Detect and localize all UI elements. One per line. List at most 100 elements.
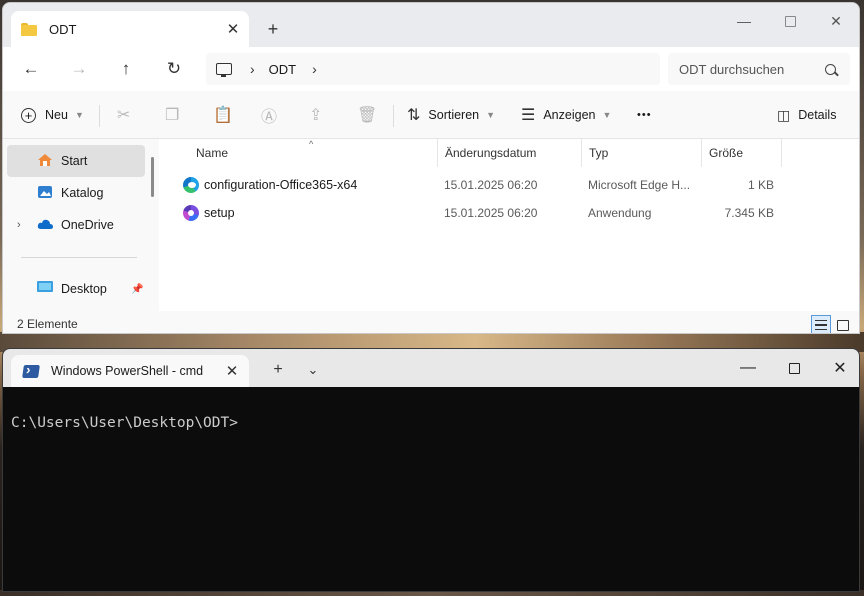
explorer-command-bar: + Neu ▼ ✂ ❐ 📋 Ⓐ ⇪ 🗑 ⇅ Sortieren ▼ ☰ Anze… bbox=[3, 91, 859, 139]
folder-icon bbox=[21, 22, 37, 36]
file-explorer-window: ODT ✕ + — ✕ ← → ↑ ↻ › ODT › ODT durchsuc… bbox=[2, 2, 860, 334]
maximize-button[interactable] bbox=[771, 353, 817, 383]
details-view-icon bbox=[815, 320, 827, 330]
new-tab-button[interactable]: + bbox=[259, 15, 287, 43]
terminal-tab-powershell[interactable]: Windows PowerShell - cmd ✕ bbox=[11, 355, 249, 387]
close-window-button[interactable]: ✕ bbox=[817, 353, 859, 383]
sidebar-divider bbox=[21, 257, 137, 258]
file-modified: 15.01.2025 06:20 bbox=[444, 178, 538, 192]
file-type: Anwendung bbox=[588, 206, 652, 220]
powershell-icon bbox=[22, 364, 40, 378]
search-placeholder: ODT durchsuchen bbox=[679, 61, 785, 77]
chevron-down-icon: ▼ bbox=[602, 110, 612, 120]
column-header-name[interactable]: Name bbox=[189, 139, 438, 167]
rename-button[interactable]: Ⓐ bbox=[261, 101, 277, 129]
explorer-body: Start Katalog › OneDrive Desktop 📌 ^ Nam… bbox=[3, 139, 859, 311]
pin-icon[interactable]: 📌 bbox=[131, 284, 143, 295]
up-button[interactable]: ↑ bbox=[112, 55, 140, 83]
share-icon: ⇪ bbox=[309, 107, 323, 124]
tiles-view-icon bbox=[837, 319, 849, 331]
share-button[interactable]: ⇪ bbox=[309, 101, 322, 129]
chevron-right-icon[interactable]: › bbox=[17, 219, 21, 231]
sidebar-item-desktop[interactable]: Desktop 📌 bbox=[7, 273, 145, 305]
close-tab-icon[interactable]: ✕ bbox=[219, 15, 247, 43]
explorer-tab-title: ODT bbox=[49, 21, 77, 37]
explorer-titlebar: ODT ✕ + — ✕ bbox=[3, 3, 859, 47]
sidebar-item-katalog[interactable]: Katalog bbox=[7, 177, 145, 209]
details-pane-icon: ◫ bbox=[777, 106, 791, 123]
maximize-icon bbox=[788, 362, 800, 374]
sidebar-item-label: Katalog bbox=[61, 186, 104, 200]
rename-icon: Ⓐ bbox=[261, 109, 278, 126]
close-tab-icon[interactable]: ✕ bbox=[219, 358, 245, 384]
sidebar-item-onedrive[interactable]: › OneDrive bbox=[7, 209, 145, 241]
file-row[interactable]: setup 15.01.2025 06:20 Anwendung 7.345 K… bbox=[183, 199, 783, 227]
plus-circle-icon: + bbox=[21, 107, 36, 123]
search-input[interactable]: ODT durchsuchen bbox=[668, 53, 850, 85]
sort-arrows-icon: ⇅ bbox=[407, 107, 421, 124]
breadcrumb-odt[interactable]: ODT bbox=[269, 62, 296, 77]
sort-button[interactable]: ⇅ Sortieren ▼ bbox=[407, 101, 495, 129]
details-view-button[interactable] bbox=[811, 315, 831, 333]
explorer-tab-odt[interactable]: ODT ✕ bbox=[11, 11, 249, 47]
file-name: setup bbox=[204, 206, 235, 220]
terminal-titlebar: Windows PowerShell - cmd ✕ + ⌄ — ✕ bbox=[3, 349, 859, 387]
tiles-view-button[interactable] bbox=[833, 315, 853, 333]
column-header-modified[interactable]: Änderungsdatum bbox=[438, 139, 582, 167]
column-header-type[interactable]: Typ bbox=[582, 139, 702, 167]
sort-button-label: Sortieren bbox=[428, 108, 480, 122]
terminal-tab-title: Windows PowerShell - cmd bbox=[51, 364, 204, 378]
cloud-icon bbox=[37, 218, 54, 233]
delete-button[interactable]: 🗑 bbox=[357, 101, 377, 129]
chevron-right-icon[interactable]: › bbox=[312, 61, 317, 77]
file-type: Microsoft Edge H... bbox=[588, 178, 691, 192]
terminal-prompt[interactable]: C:\Users\User\Desktop\ODT> bbox=[11, 415, 238, 431]
new-button-label: Neu bbox=[45, 108, 68, 122]
view-button-label: Anzeigen bbox=[543, 108, 596, 122]
file-size: 7.345 KB bbox=[724, 206, 774, 220]
file-row[interactable]: configuration-Office365-x64 15.01.2025 0… bbox=[183, 171, 783, 199]
scissors-icon: ✂ bbox=[117, 107, 131, 124]
column-header-size[interactable]: Größe bbox=[702, 139, 782, 167]
sidebar-item-label: Start bbox=[61, 154, 88, 168]
sidebar-scrollbar[interactable] bbox=[151, 157, 154, 197]
back-button[interactable]: ← bbox=[17, 55, 45, 83]
chevron-down-icon: ▼ bbox=[74, 110, 84, 120]
forward-button[interactable]: → bbox=[65, 55, 93, 83]
minimize-button[interactable]: — bbox=[721, 7, 767, 35]
copy-button[interactable]: ❐ bbox=[165, 101, 179, 129]
details-pane-button[interactable]: ◫ Details bbox=[777, 101, 836, 129]
tab-dropdown-button[interactable]: ⌄ bbox=[298, 355, 328, 385]
details-button-label: Details bbox=[798, 108, 837, 122]
terminal-window: Windows PowerShell - cmd ✕ + ⌄ — ✕ C:\Us… bbox=[2, 348, 860, 592]
copy-icon: ❐ bbox=[165, 107, 180, 124]
cut-button[interactable]: ✂ bbox=[117, 101, 130, 129]
view-button[interactable]: ☰ Anzeigen ▼ bbox=[521, 101, 611, 129]
home-icon bbox=[37, 153, 53, 170]
file-name-cell[interactable]: setup bbox=[183, 199, 438, 227]
toolbar-divider bbox=[99, 105, 100, 127]
view-lines-icon: ☰ bbox=[521, 107, 536, 124]
paste-button[interactable]: 📋 bbox=[213, 101, 233, 129]
chevron-right-icon[interactable]: › bbox=[250, 61, 255, 77]
maximize-button[interactable] bbox=[767, 7, 813, 35]
edge-icon bbox=[183, 177, 199, 193]
search-icon bbox=[825, 63, 836, 75]
close-window-button[interactable]: ✕ bbox=[813, 7, 859, 35]
file-size: 1 KB bbox=[747, 178, 774, 192]
status-bar: 2 Elemente bbox=[3, 311, 859, 333]
address-bar[interactable]: › ODT › bbox=[206, 53, 660, 85]
new-tab-button[interactable]: + bbox=[263, 355, 293, 385]
trash-icon: 🗑 bbox=[357, 107, 378, 124]
file-modified: 15.01.2025 06:20 bbox=[444, 206, 538, 220]
file-name-cell[interactable]: configuration-Office365-x64 bbox=[183, 171, 438, 199]
chevron-down-icon: ▼ bbox=[486, 110, 496, 120]
navigation-pane: Start Katalog › OneDrive Desktop 📌 bbox=[3, 139, 159, 311]
more-options-button[interactable]: ••• bbox=[637, 101, 652, 129]
computer-icon bbox=[216, 63, 232, 77]
minimize-button[interactable]: — bbox=[725, 353, 771, 383]
file-list: ^ Name Änderungsdatum Typ Größe configur… bbox=[163, 139, 859, 311]
new-button[interactable]: + Neu ▼ bbox=[21, 101, 84, 129]
refresh-button[interactable]: ↻ bbox=[160, 55, 188, 83]
sidebar-item-start[interactable]: Start bbox=[7, 145, 145, 177]
